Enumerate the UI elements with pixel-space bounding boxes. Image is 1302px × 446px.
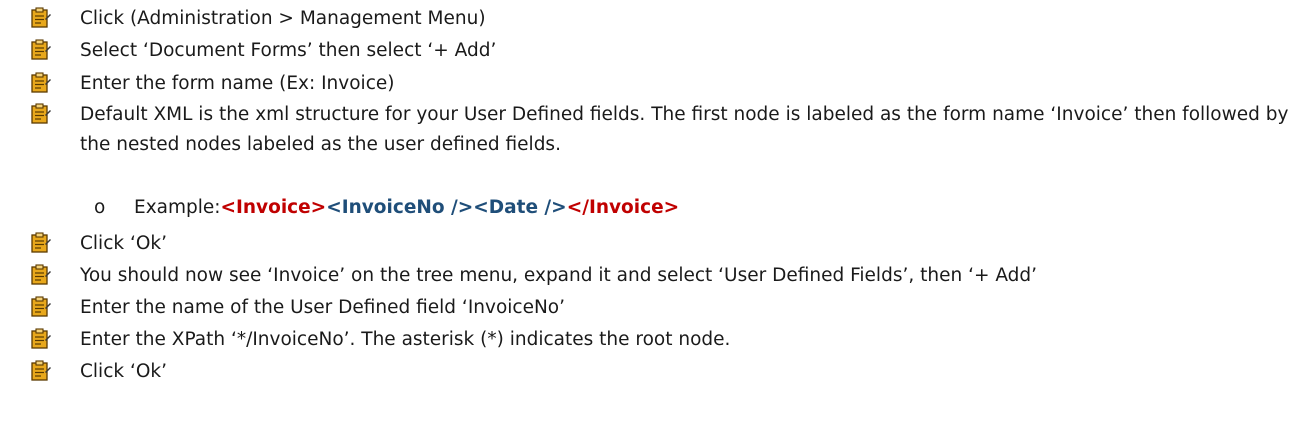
step-item: Click ‘Ok’ xyxy=(30,359,1290,384)
clipboard-icon xyxy=(31,232,51,253)
instruction-document: Click (Administration > Management Menu)… xyxy=(0,0,1302,446)
xml-inner-tags: <InvoiceNo /><Date /> xyxy=(326,197,567,218)
step-text: Click ‘Ok’ xyxy=(80,233,167,254)
example-item: o Example: <Invoice> <InvoiceNo /><Date … xyxy=(94,195,679,220)
step-text: Default XML is the xml structure for you… xyxy=(80,104,1289,155)
step-text: Click (Administration > Management Menu) xyxy=(80,8,486,29)
step-text: Click ‘Ok’ xyxy=(80,361,167,382)
step-text: Enter the form name (Ex: Invoice) xyxy=(80,73,395,94)
clipboard-icon xyxy=(31,296,51,317)
step-text: Enter the XPath ‘*/InvoiceNo’. The aster… xyxy=(80,329,731,350)
step-text: You should now see ‘Invoice’ on the tree… xyxy=(80,265,1038,286)
step-item: Enter the XPath ‘*/InvoiceNo’. The aster… xyxy=(30,327,1290,352)
step-text: Enter the name of the User Defined field… xyxy=(80,297,565,318)
step-item: Click ‘Ok’ xyxy=(30,231,1290,256)
clipboard-icon xyxy=(31,328,51,349)
step-item: Default XML is the xml structure for you… xyxy=(30,102,1290,160)
clipboard-icon xyxy=(31,103,51,124)
step-item: Enter the form name (Ex: Invoice) xyxy=(30,71,1290,96)
step-item: Select ‘Document Forms’ then select ‘+ A… xyxy=(30,38,1290,63)
clipboard-icon xyxy=(31,264,51,285)
clipboard-icon xyxy=(31,360,51,381)
step-item: You should now see ‘Invoice’ on the tree… xyxy=(30,263,1290,288)
step-text: Select ‘Document Forms’ then select ‘+ A… xyxy=(80,40,497,61)
sub-bullet-marker: o xyxy=(94,197,106,218)
clipboard-icon xyxy=(31,7,51,28)
step-item: Enter the name of the User Defined field… xyxy=(30,295,1290,320)
clipboard-icon xyxy=(31,39,51,60)
xml-open-tag: <Invoice> xyxy=(220,197,327,218)
example-label: Example: xyxy=(134,197,221,218)
clipboard-icon xyxy=(31,72,51,93)
xml-close-tag: </Invoice> xyxy=(566,197,680,218)
step-item: Click (Administration > Management Menu) xyxy=(30,6,1290,31)
